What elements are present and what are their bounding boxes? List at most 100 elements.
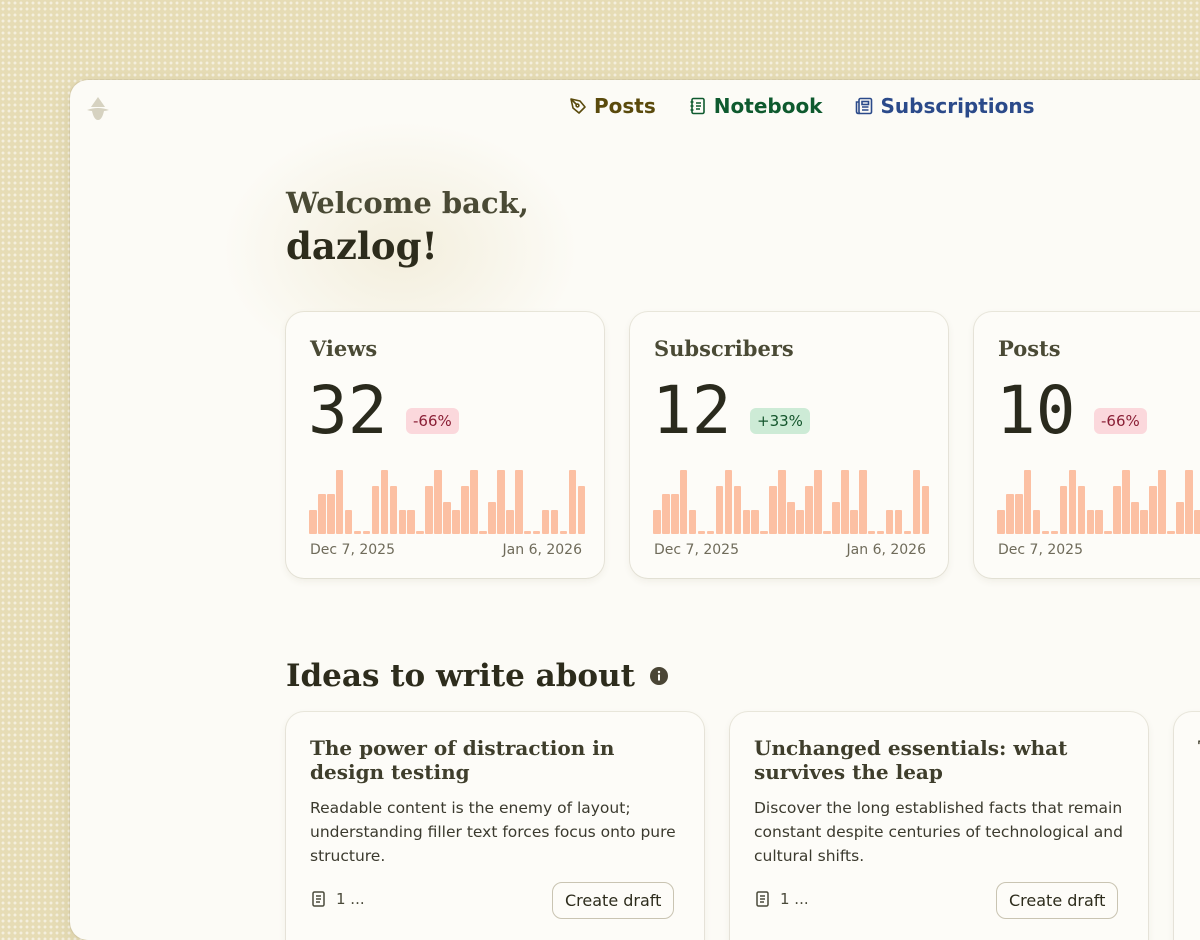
sparkline-bar bbox=[532, 531, 541, 534]
sparkline-bar bbox=[1140, 510, 1148, 534]
username: dazlog! bbox=[286, 224, 438, 268]
sparkline-bar bbox=[787, 502, 795, 534]
sparkline-bar bbox=[1176, 502, 1184, 534]
sparkline-bar bbox=[407, 510, 416, 534]
sparkline-bar bbox=[885, 510, 894, 534]
sparkline-bar bbox=[921, 486, 930, 534]
sparkline-bar bbox=[488, 502, 496, 534]
stat-card-subscribers[interactable]: Subscribers 12 +33% Dec 7, 2025 Jan 6, 2… bbox=[630, 312, 948, 578]
sparkline-bar bbox=[523, 531, 532, 534]
change-badge: +33% bbox=[750, 408, 810, 434]
idea-card[interactable]: The power of distraction in design testi… bbox=[286, 712, 704, 940]
sparkline-bar bbox=[514, 470, 523, 534]
create-draft-button[interactable]: Create draft bbox=[996, 882, 1119, 919]
sparkline-bar bbox=[823, 531, 831, 534]
stat-value: 10 bbox=[996, 372, 1076, 449]
idea-description: Discover the long established facts that… bbox=[754, 799, 1123, 865]
notes-icon bbox=[312, 891, 325, 907]
sparkline-bar bbox=[470, 470, 478, 534]
sparkline-bar bbox=[849, 510, 858, 534]
sparkline-bar bbox=[416, 531, 425, 534]
start-date: Dec 7, 2025 bbox=[998, 542, 1083, 558]
stat-card-posts[interactable]: Posts 10 -66% Dec 7, 2025 J bbox=[974, 312, 1200, 578]
sparkline-bar bbox=[326, 494, 335, 534]
sparkline-bar bbox=[670, 494, 679, 534]
sparkline-bar bbox=[541, 510, 550, 534]
stat-title: Subscribers bbox=[654, 336, 794, 361]
sparkline-bar bbox=[559, 531, 568, 534]
idea-meta: 1 ... bbox=[310, 890, 365, 908]
sparkline-bar bbox=[1095, 510, 1104, 534]
sparkline-bar bbox=[1131, 502, 1139, 534]
pen-nib-icon bbox=[570, 98, 586, 114]
sparkline-bar bbox=[1185, 470, 1193, 534]
sparkline-bar bbox=[1059, 486, 1068, 534]
start-date: Dec 7, 2025 bbox=[310, 542, 395, 558]
nav-notebook-label: Notebook bbox=[713, 94, 823, 118]
notes-icon bbox=[756, 891, 769, 907]
nav-notebook[interactable]: Notebook bbox=[688, 94, 823, 118]
stat-card-views[interactable]: Views 32 -66% Dec 7, 2025 Jan 6, 2026 bbox=[286, 312, 604, 578]
idea-meta: 1 ... bbox=[754, 890, 809, 908]
nav-posts[interactable]: Posts bbox=[568, 94, 656, 118]
sparkline-bar bbox=[697, 531, 706, 534]
sparkline-bar bbox=[452, 510, 460, 534]
sparkline-bar bbox=[724, 470, 733, 534]
sparkline-chart bbox=[997, 470, 1200, 534]
create-draft-button[interactable]: Create draft bbox=[552, 882, 675, 919]
stat-title: Posts bbox=[998, 336, 1061, 361]
sparkline-bar bbox=[841, 470, 849, 534]
sparkline-bar bbox=[1149, 486, 1157, 534]
sparkline-bar bbox=[679, 470, 688, 534]
sparkline-bar bbox=[1068, 470, 1077, 534]
change-badge: -66% bbox=[406, 408, 459, 434]
sparkline-bar bbox=[912, 470, 921, 534]
sparkline-bar bbox=[353, 531, 362, 534]
welcome-heading: Welcome back, dazlog! bbox=[286, 184, 529, 270]
sparkline-bar bbox=[389, 486, 398, 534]
sparkline-bar bbox=[1077, 486, 1086, 534]
idea-card[interactable]: Unchanged essentials: what survives the … bbox=[730, 712, 1148, 940]
stat-title: Views bbox=[310, 336, 378, 361]
nav-subscriptions[interactable]: Subscriptions bbox=[854, 94, 1035, 118]
sparkline-bar bbox=[309, 510, 317, 534]
idea-title: The power of distraction in design testi… bbox=[310, 736, 615, 784]
sparkline-bar bbox=[443, 502, 451, 534]
sparkline-bar bbox=[1023, 470, 1032, 534]
sparkline-bar bbox=[858, 470, 867, 534]
sparkline-bar bbox=[497, 470, 505, 534]
idea-description: Readable content is the enemy of layout;… bbox=[310, 799, 676, 865]
welcome-line: Welcome back, bbox=[286, 186, 529, 220]
sparkline-bar bbox=[425, 486, 433, 534]
nav-posts-label: Posts bbox=[594, 94, 656, 118]
stat-value: 32 bbox=[308, 372, 388, 449]
sparkline-bar bbox=[997, 510, 1005, 534]
sparkline-bar bbox=[706, 531, 715, 534]
sparkline-bar bbox=[1158, 470, 1166, 534]
app-window: Posts Notebook Subscriptions Welcome bac… bbox=[70, 80, 1200, 940]
ideas-section-header: Ideas to write about bbox=[286, 658, 669, 694]
sparkline-bar bbox=[568, 470, 577, 534]
notebook-icon bbox=[690, 97, 705, 115]
app-logo-icon[interactable] bbox=[84, 94, 112, 122]
idea-card[interactable]: T f bbox=[1174, 712, 1200, 940]
sparkline-bar bbox=[1032, 510, 1041, 534]
sparkline-bar bbox=[577, 486, 586, 534]
ideas-section-title: Ideas to write about bbox=[286, 658, 635, 694]
end-date: Jan 6, 2026 bbox=[846, 542, 926, 558]
top-navigation: Posts Notebook Subscriptions bbox=[568, 94, 1035, 118]
sparkline-bar bbox=[805, 486, 813, 534]
stat-value: 12 bbox=[652, 372, 732, 449]
sparkline-bar bbox=[398, 510, 407, 534]
sparkline-bar bbox=[903, 531, 912, 534]
sparkline-bar bbox=[1005, 494, 1014, 534]
sparkline-bar bbox=[1086, 510, 1095, 534]
sparkline-bar bbox=[876, 531, 885, 534]
start-date: Dec 7, 2025 bbox=[654, 542, 739, 558]
sparkline-bar bbox=[796, 510, 804, 534]
sparkline-bar bbox=[1167, 531, 1175, 534]
sparkline-bar bbox=[1041, 531, 1050, 534]
sparkline-bar bbox=[733, 486, 742, 534]
info-icon[interactable] bbox=[649, 666, 669, 686]
sparkline-chart bbox=[309, 470, 586, 534]
